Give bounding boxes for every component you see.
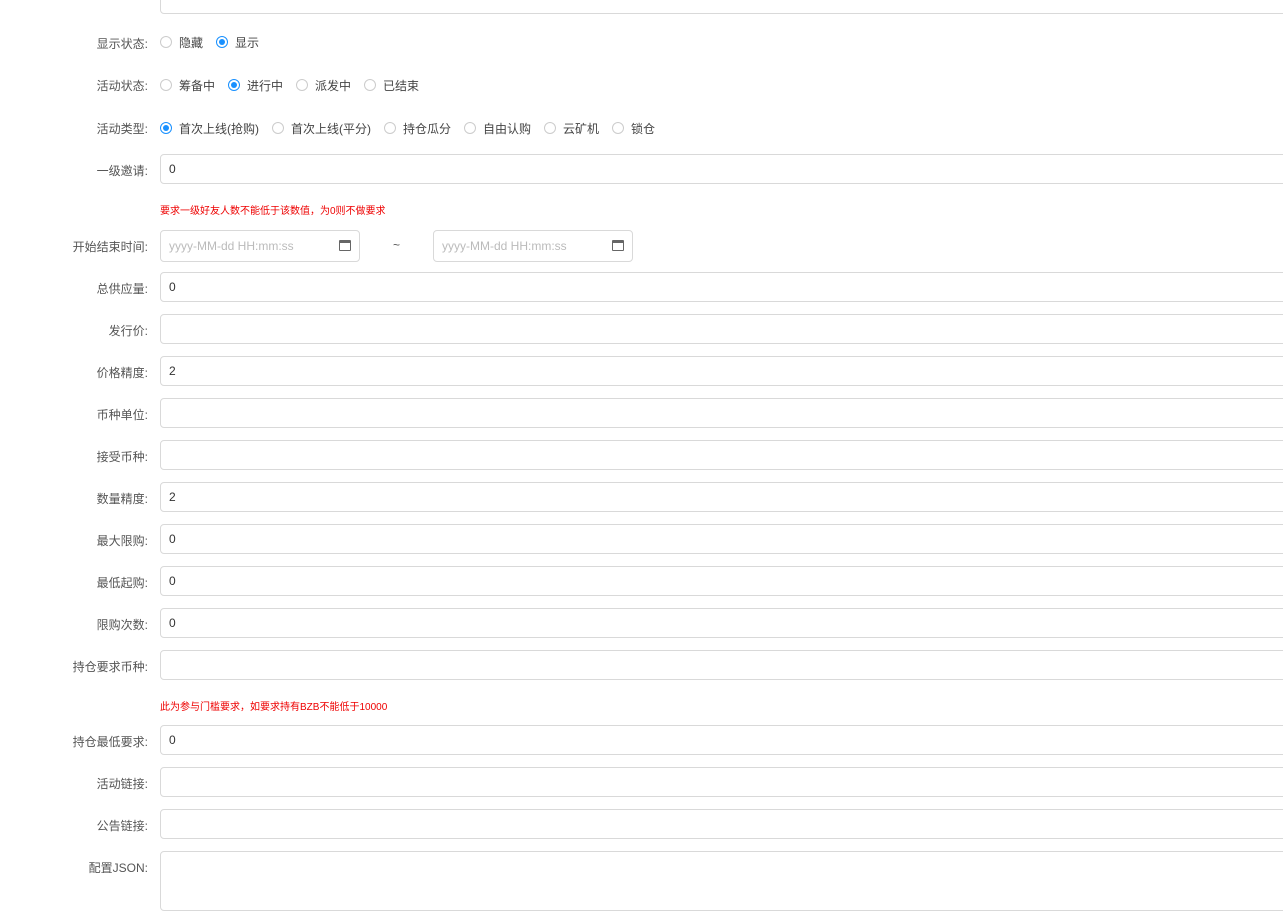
radio-free-subscribe[interactable]: 自由认购 — [464, 120, 531, 137]
display-status-label: 显示状态: — [96, 37, 148, 51]
holding-min-label: 持仓最低要求: — [72, 735, 148, 749]
radio-first-launch-rush[interactable]: 首次上线(抢购) — [160, 120, 259, 137]
activity-type-label: 活动类型: — [96, 122, 148, 136]
purchase-limit-count-input[interactable]: 0 — [160, 608, 1283, 638]
radio-label: 进行中 — [247, 78, 284, 93]
coin-unit-input[interactable] — [160, 398, 1283, 428]
radio-lock[interactable]: 锁仓 — [612, 120, 655, 137]
end-time-placeholder: yyyy-MM-dd HH:mm:ss — [442, 239, 567, 253]
radio-dot — [160, 79, 172, 91]
min-purchase-label: 最低起购: — [96, 576, 148, 590]
radio-label: 已结束 — [383, 78, 420, 93]
coin-unit-label: 币种单位: — [96, 408, 148, 422]
radio-distributing[interactable]: 派发中 — [296, 77, 351, 94]
radio-dot — [464, 122, 477, 134]
price-precision-input[interactable]: 2 — [160, 356, 1283, 386]
radio-dot — [296, 79, 309, 91]
radio-label: 首次上线(抢购) — [179, 121, 259, 136]
radio-cloud-miner[interactable]: 云矿机 — [544, 120, 599, 137]
radio-label: 云矿机 — [563, 121, 600, 136]
radio-dot — [384, 122, 396, 134]
radio-holding-share[interactable]: 持仓瓜分 — [384, 120, 451, 137]
notice-link-input[interactable] — [160, 809, 1283, 839]
issue-price-label: 发行价: — [108, 324, 148, 338]
radio-dot — [544, 122, 557, 134]
radio-label: 派发中 — [315, 78, 352, 93]
radio-label: 隐藏 — [179, 35, 204, 50]
max-purchase-label: 最大限购: — [96, 534, 148, 548]
radio-first-launch-split[interactable]: 首次上线(平分) — [272, 120, 371, 137]
price-precision-label: 价格精度: — [96, 366, 148, 380]
activity-type-group: 首次上线(抢购) 首次上线(平分) 持仓瓜分 自由认购 云矿机 锁仓 — [160, 120, 668, 136]
radio-dot — [160, 122, 172, 134]
radio-label: 锁仓 — [631, 121, 656, 136]
activity-status-group: 筹备中 进行中 派发中 已结束 — [160, 77, 432, 93]
quantity-precision-input[interactable]: 2 — [160, 482, 1283, 512]
radio-dot — [612, 122, 625, 134]
radio-ended[interactable]: 已结束 — [364, 77, 419, 94]
end-time-input[interactable]: yyyy-MM-dd HH:mm:ss — [433, 230, 633, 262]
first-invite-label: 一级邀请: — [96, 164, 148, 178]
radio-dot — [364, 79, 377, 91]
radio-in-progress[interactable]: 进行中 — [228, 77, 283, 94]
radio-preparing[interactable]: 筹备中 — [160, 77, 215, 94]
first-invite-hint: 要求一级好友人数不能低于该数值，为0则不做要求 — [160, 206, 386, 217]
activity-link-input[interactable] — [160, 767, 1283, 797]
activity-intro-input[interactable] — [160, 0, 1283, 14]
radio-label: 自由认购 — [483, 121, 532, 136]
first-invite-input[interactable]: 0 — [160, 154, 1283, 184]
range-separator: ~ — [393, 238, 401, 252]
activity-status-label: 活动状态: — [96, 79, 148, 93]
config-json-label: 配置JSON: — [88, 861, 148, 875]
radio-label: 显示 — [235, 35, 260, 50]
holding-coin-hint: 此为参与门槛要求，如要求持有BZB不能低于10000 — [160, 702, 388, 713]
radio-dot — [272, 122, 284, 134]
start-time-input[interactable]: yyyy-MM-dd HH:mm:ss — [160, 230, 360, 262]
activity-link-label: 活动链接: — [96, 777, 148, 791]
radio-dot — [228, 79, 241, 91]
time-range-label: 开始结束时间: — [72, 240, 148, 254]
total-supply-label: 总供应量: — [96, 282, 148, 296]
purchase-limit-count-label: 限购次数: — [96, 618, 148, 632]
holding-coin-label: 持仓要求币种: — [72, 660, 148, 674]
holding-min-input[interactable]: 0 — [160, 725, 1283, 755]
radio-label: 筹备中 — [179, 78, 216, 93]
config-json-textarea[interactable] — [160, 851, 1283, 911]
min-purchase-input[interactable]: 0 — [160, 566, 1283, 596]
holding-coin-input[interactable] — [160, 650, 1283, 680]
accepted-coin-label: 接受币种: — [96, 450, 148, 464]
display-status-group: 隐藏 显示 — [160, 34, 272, 50]
radio-hidden[interactable]: 隐藏 — [160, 34, 203, 51]
radio-label: 持仓瓜分 — [403, 121, 452, 136]
radio-dot — [160, 36, 172, 48]
calendar-icon[interactable] — [339, 240, 351, 251]
quantity-precision-label: 数量精度: — [96, 492, 148, 506]
issue-price-input[interactable] — [160, 314, 1283, 344]
calendar-icon[interactable] — [612, 240, 624, 251]
start-time-placeholder: yyyy-MM-dd HH:mm:ss — [169, 239, 294, 253]
radio-label: 首次上线(平分) — [291, 121, 371, 136]
accepted-coin-input[interactable] — [160, 440, 1283, 470]
max-purchase-input[interactable]: 0 — [160, 524, 1283, 554]
radio-dot — [216, 36, 229, 48]
radio-visible[interactable]: 显示 — [216, 34, 259, 51]
total-supply-input[interactable]: 0 — [160, 272, 1283, 302]
notice-link-label: 公告链接: — [96, 819, 148, 833]
